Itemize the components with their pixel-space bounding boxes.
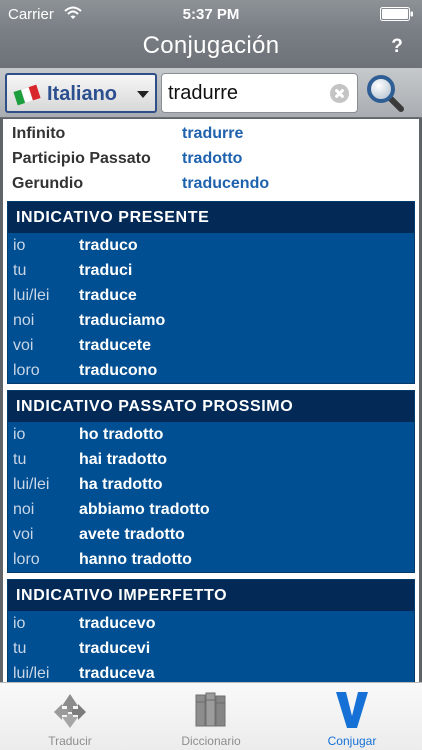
conjugation-row: tu traduci [8, 258, 414, 283]
translate-icon [54, 694, 86, 728]
tab-traducir[interactable]: Traducir [0, 683, 140, 750]
conjugation-row: loro traducono [8, 358, 414, 383]
info-row: Gerundio traducendo [3, 171, 419, 196]
battery-icon [380, 7, 413, 21]
clear-icon[interactable] [330, 84, 349, 103]
verb-form: traducevo [79, 615, 156, 632]
verb-info: Infinito tradurre Participio Passato tra… [3, 119, 419, 196]
conjugation-row: io traducevo [8, 611, 414, 636]
pronoun: voi [13, 526, 34, 543]
pronoun: noi [13, 312, 35, 329]
info-value: tradurre [182, 125, 244, 142]
verb-form: avete tradotto [79, 526, 185, 543]
tense-header: INDICATIVO PASSATO PROSSIMO [8, 391, 414, 422]
tab-label: Diccionario [181, 734, 241, 748]
search-icon[interactable] [364, 72, 406, 114]
verb-form: ha tradotto [79, 476, 163, 493]
language-select[interactable]: Italiano [5, 73, 157, 113]
pronoun: tu [13, 262, 27, 279]
verb-form: hai tradotto [79, 451, 167, 468]
pronoun: loro [13, 551, 40, 568]
conjugate-v-icon [336, 692, 368, 728]
info-value: traducendo [182, 175, 270, 192]
info-row: Infinito tradurre [3, 121, 419, 146]
verb-form: traducete [79, 337, 152, 354]
conjugation-content[interactable]: Infinito tradurre Participio Passato tra… [3, 119, 419, 682]
page-title: Conjugación [142, 32, 280, 59]
info-label: Infinito [12, 125, 66, 142]
verb-form: traducono [79, 362, 158, 379]
status-bar: Carrier 5:37 PM [0, 0, 422, 28]
tense-block-imperfetto: INDICATIVO IMPERFETTO io traducevo tu trad… [7, 579, 415, 682]
verb-form: traduci [79, 262, 133, 279]
tense-block-passato-prossimo: INDICATIVO PASSATO PROSSIMO io ho tradott… [7, 390, 415, 573]
tab-conjugar[interactable]: Conjugar [282, 683, 422, 750]
tab-label: Traducir [48, 734, 92, 748]
conjugation-row: voi avete tradotto [8, 522, 414, 547]
pronoun: noi [13, 501, 35, 518]
verb-form: traducevi [79, 640, 151, 657]
tab-label: Conjugar [327, 734, 377, 748]
conjugation-row: tu traducevi [8, 636, 414, 661]
pronoun: tu [13, 640, 27, 657]
help-button[interactable]: ? [386, 34, 408, 60]
info-label: Gerundio [12, 175, 84, 192]
pronoun: io [13, 615, 26, 632]
language-label: Italiano [47, 83, 118, 105]
verb-form: traduce [79, 287, 137, 304]
books-icon [195, 692, 226, 727]
pronoun: io [13, 237, 26, 254]
info-label: Participio Passato [12, 150, 151, 167]
pronoun: loro [13, 362, 40, 379]
conjugation-row: lui/lei ha tradotto [8, 472, 414, 497]
conjugation-row: voi traducete [8, 333, 414, 358]
verb-form: hanno tradotto [79, 551, 192, 568]
conjugation-row: noi abbiamo tradotto [8, 497, 414, 522]
pronoun: tu [13, 451, 27, 468]
info-row: Participio Passato tradotto [3, 146, 419, 171]
tab-bar: Traducir Diccionario Conjugar [0, 682, 422, 750]
verb-form: traduco [79, 237, 138, 254]
conjugation-row: io traduco [8, 233, 414, 258]
verb-form: abbiamo tradotto [79, 501, 210, 518]
italy-flag-icon [13, 84, 41, 106]
conjugation-row: lui/lei traduceva [8, 661, 414, 682]
header: Carrier 5:37 PM Conjugación ? [0, 0, 422, 68]
verb-form: traduceva [79, 665, 155, 682]
verb-form: ho tradotto [79, 426, 164, 443]
verb-form: traduciamo [79, 312, 166, 329]
conjugation-row: tu hai tradotto [8, 447, 414, 472]
pronoun: lui/lei [13, 476, 50, 493]
tense-header: INDICATIVO IMPERFETTO [8, 580, 414, 611]
tab-diccionario[interactable]: Diccionario [141, 683, 281, 750]
search-input[interactable] [168, 74, 328, 112]
chevron-down-icon [137, 91, 149, 98]
conjugation-row: loro hanno tradotto [8, 547, 414, 572]
conjugation-row: lui/lei traduce [8, 283, 414, 308]
conjugation-row: noi traduciamo [8, 308, 414, 333]
navigation-bar: Conjugación ? [0, 28, 422, 68]
pronoun: io [13, 426, 26, 443]
clock: 5:37 PM [182, 6, 240, 23]
conjugation-row: io ho tradotto [8, 422, 414, 447]
pronoun: voi [13, 337, 34, 354]
search-box [161, 73, 358, 113]
pronoun: lui/lei [13, 287, 50, 304]
tense-block-presente: INDICATIVO PRESENTE io traduco tu traduci … [7, 201, 415, 384]
pronoun: lui/lei [13, 665, 50, 682]
tense-header: INDICATIVO PRESENTE [8, 202, 414, 233]
info-value: tradotto [182, 150, 243, 167]
search-toolbar: Italiano [0, 68, 422, 118]
